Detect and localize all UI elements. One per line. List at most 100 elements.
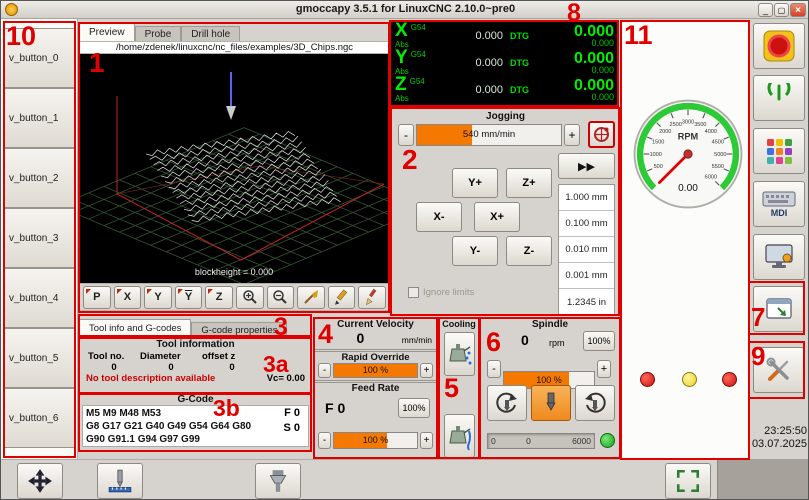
spindle-stop-button[interactable] — [531, 385, 571, 421]
titlebar: gmoccapy 3.5.1 for LinuxCNC 2.10.0~pre0 … — [1, 1, 809, 19]
jog-increment-list: 1.000 mm 0.100 mm 0.010 mm 0.001 mm 1.23… — [558, 184, 615, 315]
spindle-ccw-button[interactable] — [487, 385, 527, 421]
ignore-limits-checkbox[interactable]: Ignore limits — [408, 287, 474, 298]
mist-button[interactable] — [444, 332, 475, 376]
touch-off-button[interactable] — [17, 463, 63, 499]
spindle-minus-button[interactable]: - — [487, 360, 501, 378]
spindle-rpm-unit: rpm — [549, 338, 565, 348]
window-mode-button[interactable] — [753, 286, 805, 332]
close-button[interactable]: × — [790, 3, 806, 17]
svg-text:1500: 1500 — [652, 139, 664, 145]
rapid-override-slider[interactable]: 100 % — [333, 363, 418, 378]
v-button-5[interactable]: v_button_5 — [3, 328, 75, 388]
v-button-2[interactable]: v_button_2 — [3, 148, 75, 208]
feed-pct-button[interactable]: 100% — [398, 398, 430, 418]
preview-toolbar: P X Y Y Z — [79, 283, 390, 311]
feed-minus-button[interactable]: - — [318, 432, 331, 449]
ignore-limits-label: Ignore limits — [423, 287, 474, 298]
dro-row-z[interactable]: ZG54 Abs 0.000 DTG 0.0000.000 — [395, 77, 614, 104]
view-y2-button[interactable]: Y — [175, 286, 203, 309]
v-button-1[interactable]: v_button_1 — [3, 88, 75, 148]
jog-speed-slider[interactable]: 540 mm/min — [416, 124, 562, 146]
svg-text:4000: 4000 — [705, 129, 717, 135]
f-word: F 0 — [284, 407, 300, 419]
jog-speed-minus-button[interactable]: - — [398, 124, 414, 146]
maximize-button[interactable]: ▢ — [774, 3, 789, 17]
spindle-bar-value: 0 — [526, 436, 531, 446]
increment-item-3[interactable]: 0.001 mm — [559, 263, 614, 289]
feed-rate-slider[interactable]: 100 % — [333, 432, 418, 449]
spindle-stop-icon — [540, 390, 562, 416]
mdi-button[interactable]: MDI — [753, 181, 805, 227]
jog-z-minus-button[interactable]: Z- — [506, 236, 552, 266]
fullscreen-button[interactable] — [665, 463, 711, 499]
v-button-3[interactable]: v_button_3 — [3, 208, 75, 268]
v-button-4[interactable]: v_button_4 — [3, 268, 75, 328]
tab-gcode-properties[interactable]: G-code properties — [191, 322, 287, 337]
view-y2-label: Y — [185, 291, 192, 303]
gauge-hub — [684, 150, 692, 158]
svg-text:3000: 3000 — [682, 120, 694, 126]
coord-system: G54 — [410, 77, 425, 86]
machine-settings-button[interactable] — [753, 234, 805, 280]
minimize-button[interactable]: _ — [758, 3, 773, 17]
svg-text:2000: 2000 — [659, 129, 671, 135]
spindle-plus-button[interactable]: + — [597, 360, 611, 378]
dimensions-button[interactable] — [328, 286, 356, 309]
jog-mode-button[interactable] — [588, 121, 615, 148]
main-position: 0.000 — [529, 51, 614, 66]
coord-system: G54 — [411, 23, 426, 32]
increment-item-0[interactable]: 1.000 mm — [559, 185, 614, 211]
spindle-pct-button[interactable]: 100% — [583, 331, 615, 351]
jog-x-plus-button[interactable]: X+ — [474, 202, 520, 232]
estop-button[interactable] — [753, 23, 805, 69]
feed-plus-button[interactable]: + — [420, 432, 433, 449]
view-z-button[interactable]: Z — [205, 286, 233, 309]
jog-y-plus-button[interactable]: Y+ — [452, 168, 498, 198]
jog-y-minus-button[interactable]: Y- — [452, 236, 498, 266]
clear-plot-button[interactable] — [297, 286, 325, 309]
v-button-0[interactable]: v_button_0 — [3, 28, 75, 88]
window-icon — [764, 295, 794, 323]
brush-icon — [363, 288, 381, 306]
axis-letter: Z — [395, 74, 407, 95]
zoom-in-button[interactable] — [236, 286, 264, 309]
zoom-out-button[interactable] — [267, 286, 295, 309]
vc-value: Vc= 0.00 — [267, 373, 305, 384]
dro-row-x[interactable]: XG54 Abs 0.000 DTG 0.0000.000 — [395, 22, 614, 49]
flood-button[interactable] — [444, 414, 475, 458]
rapid-plus-button[interactable]: + — [420, 363, 433, 378]
tab-probe[interactable]: Probe — [135, 26, 182, 41]
increment-item-1[interactable]: 0.100 mm — [559, 211, 614, 237]
dro-row-y[interactable]: YG54 Abs 0.000 DTG 0.0000.000 — [395, 49, 614, 76]
view-x-button[interactable]: X — [114, 286, 142, 309]
draw-tool-button[interactable] — [358, 286, 386, 309]
view-y-button[interactable]: Y — [144, 286, 172, 309]
rapid-jog-button[interactable]: ▶▶ — [558, 153, 615, 179]
view-perspective-button[interactable]: P — [83, 286, 111, 309]
tool-settings-button[interactable] — [753, 347, 805, 393]
settings-button[interactable] — [753, 128, 805, 174]
machine-on-button[interactable] — [753, 75, 805, 121]
gremlin-3d-preview[interactable]: blockheight = 0.000 — [79, 54, 390, 283]
tool-change-button[interactable] — [255, 463, 301, 499]
jog-x-minus-button[interactable]: X- — [416, 202, 462, 232]
tab-drill-hole[interactable]: Drill hole — [181, 26, 240, 41]
increment-item-2[interactable]: 0.010 mm — [559, 237, 614, 263]
tool-information-title: Tool information — [80, 339, 311, 350]
increment-item-4[interactable]: 1.2345 in — [559, 289, 614, 315]
tool-measure-button[interactable] — [97, 463, 143, 499]
flood-icon — [448, 421, 472, 451]
jog-z-plus-button[interactable]: Z+ — [506, 168, 552, 198]
jog-speed-plus-button[interactable]: + — [564, 124, 580, 146]
handwheel-icon — [592, 125, 611, 144]
tab-preview[interactable]: Preview — [79, 23, 135, 41]
svg-text:500: 500 — [654, 164, 663, 170]
v-button-6[interactable]: v_button_6 — [3, 388, 75, 448]
spindle-at-speed-led — [600, 433, 615, 448]
rapid-minus-button[interactable]: - — [318, 363, 331, 378]
diameter-header: Diameter — [140, 351, 202, 362]
tab-tool-info[interactable]: Tool info and G-codes — [79, 319, 191, 337]
spindle-slider[interactable]: 100 % — [503, 371, 595, 389]
spindle-cw-button[interactable] — [575, 385, 615, 421]
